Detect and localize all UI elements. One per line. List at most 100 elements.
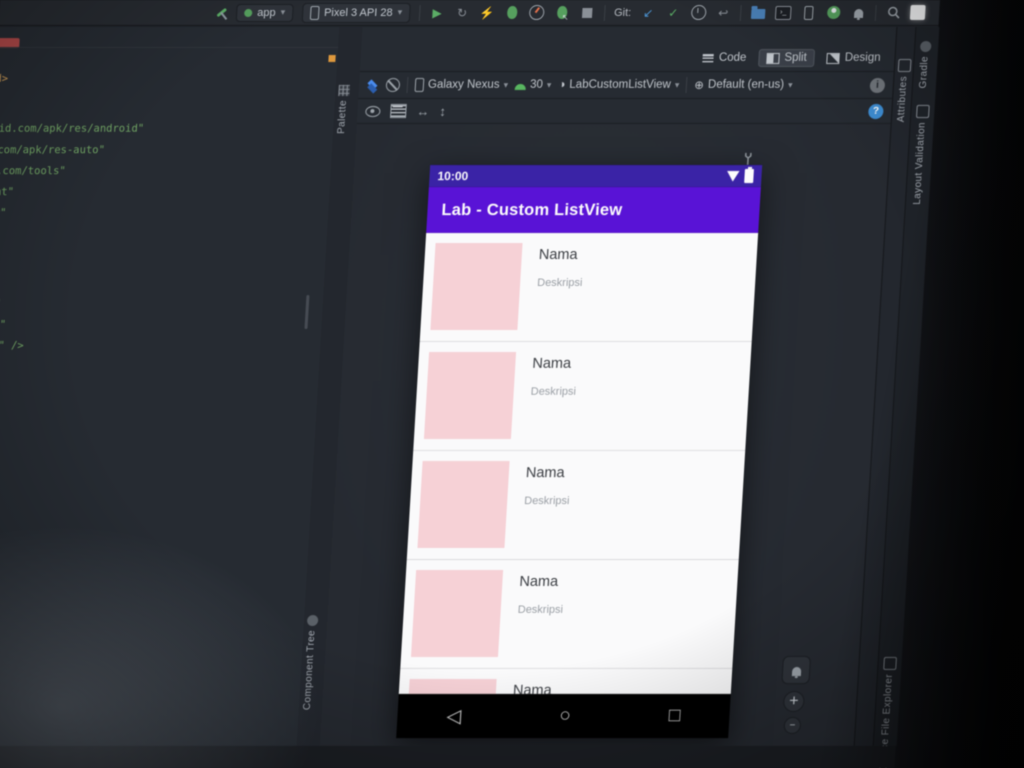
status-time: 10:00 bbox=[437, 169, 469, 183]
chevron-down-icon: ▾ bbox=[503, 79, 509, 90]
notification-bell-button[interactable] bbox=[781, 656, 812, 684]
horizontal-resize-icon[interactable]: ↔ bbox=[416, 104, 430, 119]
code-line: ty" bbox=[0, 207, 7, 219]
item-description: Deskripsi bbox=[517, 604, 564, 616]
toolbar-separator bbox=[418, 4, 421, 21]
git-label: Git: bbox=[613, 6, 632, 19]
view-options-eye-icon[interactable] bbox=[365, 105, 381, 117]
item-description: Deskripsi bbox=[523, 495, 570, 507]
zoom-in-button[interactable]: + bbox=[782, 691, 805, 712]
apply-changes-icon[interactable]: ↻ bbox=[454, 5, 471, 21]
device-dropdown[interactable]: Pixel 3 API 28 ▾ bbox=[301, 2, 411, 23]
project-folder-icon[interactable] bbox=[750, 5, 767, 21]
item-name: Nama bbox=[518, 574, 559, 590]
palette-icon bbox=[338, 85, 350, 96]
theme-dropdown[interactable]: ◑ LabCustomListView ▾ bbox=[558, 79, 680, 91]
toolbar-separator bbox=[685, 77, 688, 93]
recents-button[interactable]: □ bbox=[668, 705, 681, 727]
help-badge[interactable]: ? bbox=[867, 103, 884, 119]
list-item[interactable]: Nama Deskripsi bbox=[398, 669, 733, 694]
build-hammer-icon[interactable] bbox=[216, 7, 228, 18]
vertical-resize-icon[interactable]: ↕ bbox=[439, 104, 446, 119]
git-update-icon[interactable]: ↙ bbox=[640, 5, 657, 21]
layout-validation-icon bbox=[915, 105, 930, 118]
code-line: ent" bbox=[0, 186, 15, 198]
wifi-icon bbox=[726, 171, 740, 182]
history-icon[interactable] bbox=[690, 5, 707, 21]
item-description: Deskripsi bbox=[536, 277, 583, 289]
variants-list-icon[interactable] bbox=[389, 104, 407, 118]
toolbar-separator bbox=[406, 77, 409, 93]
tab-design[interactable]: Design bbox=[818, 49, 889, 67]
attributes-tab[interactable]: Attributes bbox=[895, 59, 912, 122]
chevron-down-icon: ▾ bbox=[787, 79, 793, 90]
preview-device-dropdown[interactable]: Galaxy Nexus ▾ bbox=[414, 78, 509, 92]
run-config-dropdown[interactable]: app ▾ bbox=[235, 3, 294, 22]
status-bar: 10:00 bbox=[428, 165, 763, 187]
run-config-label: app bbox=[256, 6, 276, 19]
design-surface-icon[interactable] bbox=[367, 79, 380, 91]
device-file-explorer-icon bbox=[883, 657, 897, 670]
code-editor-pane[interactable]: d> oid.com/apk/res/android" .com/apk/res… bbox=[0, 27, 341, 746]
undo-icon[interactable]: ↩ bbox=[715, 5, 732, 21]
view-options-toolbar: ↔ ↕ ? bbox=[356, 99, 893, 124]
settings-icon[interactable] bbox=[909, 5, 926, 20]
main-toolbar: app ▾ Pixel 3 API 28 ▾ ▶ ↻ ⚡ Git: ↙ ✓ ↩ bbox=[0, 0, 940, 26]
item-image-placeholder bbox=[417, 461, 510, 548]
item-name: Nama bbox=[525, 465, 566, 481]
layout-validation-tab[interactable]: Layout Validation bbox=[911, 105, 930, 205]
zoom-out-button[interactable]: − bbox=[783, 717, 802, 734]
item-name: Nama bbox=[538, 247, 579, 263]
gradle-tab[interactable]: Gradle bbox=[918, 41, 932, 88]
run-button[interactable]: ▶ bbox=[429, 5, 446, 21]
editor-scrollbar[interactable] bbox=[304, 295, 310, 329]
palette-tab[interactable]: Palette bbox=[336, 85, 350, 134]
list-item[interactable]: Nama Deskripsi bbox=[406, 451, 746, 560]
item-description: Deskripsi bbox=[530, 386, 577, 398]
list-item[interactable]: Nama Deskripsi bbox=[400, 560, 739, 669]
warning-stripe-mark bbox=[328, 55, 336, 62]
attributes-icon bbox=[897, 59, 912, 72]
chevron-down-icon: ▾ bbox=[280, 7, 286, 17]
profile-debug-icon[interactable] bbox=[554, 5, 571, 21]
android-studio-window: app ▾ Pixel 3 API 28 ▾ ▶ ↻ ⚡ Git: ↙ ✓ ↩ bbox=[0, 0, 941, 768]
design-canvas[interactable]: 10:00 Lab - Custom ListView Nama Deskrip… bbox=[319, 124, 891, 746]
component-tree-tab[interactable]: Component Tree bbox=[302, 615, 319, 710]
profiler-icon[interactable] bbox=[529, 5, 546, 21]
apply-code-changes-icon[interactable]: ⚡ bbox=[479, 5, 496, 21]
code-line: .com/apk/res-auto" bbox=[0, 144, 106, 156]
stop-button[interactable] bbox=[579, 5, 596, 21]
tab-split[interactable]: Split bbox=[757, 49, 816, 67]
profile-avatar-icon[interactable] bbox=[825, 5, 842, 21]
list-item[interactable]: Nama Deskripsi bbox=[419, 233, 759, 342]
chevron-down-icon: ▾ bbox=[397, 7, 403, 17]
ide-status-bar bbox=[0, 746, 896, 768]
item-name: Nama bbox=[512, 683, 553, 694]
notifications-bell-icon[interactable] bbox=[850, 5, 867, 21]
editor-divider bbox=[0, 47, 339, 48]
app-title: Lab - Custom ListView bbox=[441, 200, 623, 219]
tab-code[interactable]: Code bbox=[694, 49, 755, 67]
render-errors-badge[interactable]: i bbox=[869, 77, 886, 93]
home-button[interactable]: ○ bbox=[559, 705, 572, 727]
listview[interactable]: Nama Deskripsi Nama Deskripsi Nama Deskr… bbox=[398, 233, 759, 694]
device-preview[interactable]: 10:00 Lab - Custom ListView Nama Deskrip… bbox=[396, 165, 763, 738]
code-line: d.com/tools" bbox=[0, 165, 67, 177]
chevron-down-icon: ▾ bbox=[674, 79, 680, 90]
locale-dropdown[interactable]: ⊕ Default (en-us) ▾ bbox=[694, 78, 793, 92]
design-icon bbox=[826, 52, 841, 64]
git-commit-icon[interactable]: ✓ bbox=[665, 5, 682, 21]
terminal-icon[interactable]: ›_ bbox=[774, 5, 792, 21]
toolbar-separator bbox=[603, 4, 606, 21]
device-manager-icon[interactable] bbox=[800, 5, 817, 21]
debug-button[interactable] bbox=[504, 5, 521, 21]
orientation-icon[interactable] bbox=[385, 78, 401, 92]
search-icon[interactable] bbox=[885, 5, 902, 21]
phone-icon bbox=[414, 78, 425, 92]
back-button[interactable]: ◁ bbox=[446, 705, 462, 728]
api-level-dropdown[interactable]: 30 ▾ bbox=[514, 79, 552, 91]
globe-icon: ⊕ bbox=[693, 80, 705, 92]
android-icon bbox=[514, 83, 527, 90]
list-item[interactable]: Nama Deskripsi bbox=[413, 342, 752, 451]
toolbar-separator bbox=[874, 4, 877, 21]
